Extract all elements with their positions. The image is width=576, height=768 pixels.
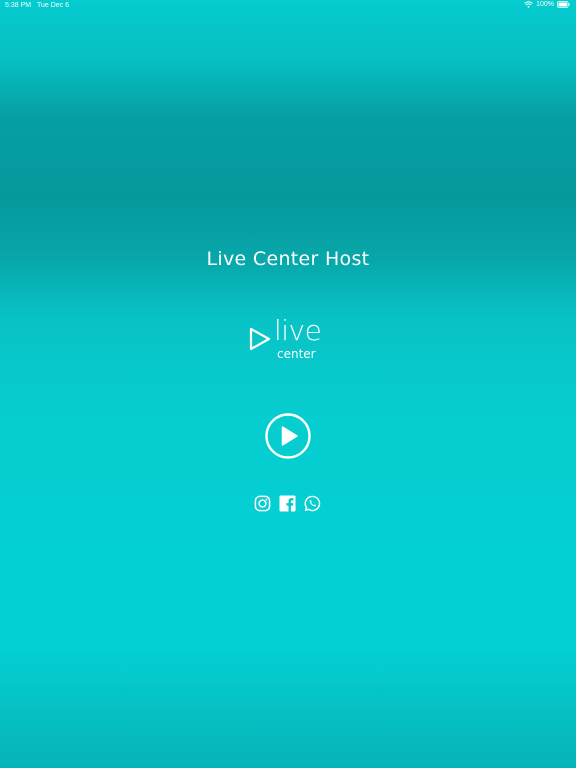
logo-word-sub: center <box>277 347 316 361</box>
status-bar: 5:38 PM Tue Dec 6 100% <box>0 0 576 12</box>
logo-play-icon <box>248 326 272 356</box>
play-circle-icon[interactable] <box>265 413 311 459</box>
wifi-icon <box>524 1 533 8</box>
app-title: Live Center Host <box>206 248 370 270</box>
instagram-icon[interactable] <box>254 495 271 512</box>
facebook-icon[interactable] <box>279 495 296 512</box>
play-button[interactable] <box>265 413 311 459</box>
status-time: 5:38 PM <box>5 2 32 9</box>
battery-percent: 100% <box>536 1 554 8</box>
live-center-logo: live center <box>248 317 328 366</box>
logo-word-main: live <box>274 314 322 347</box>
status-indicators: 100% <box>524 1 570 8</box>
whatsapp-icon[interactable] <box>304 495 321 512</box>
social-links <box>254 495 321 512</box>
battery-icon <box>557 1 570 8</box>
status-date: Tue Dec 6 <box>37 2 70 9</box>
